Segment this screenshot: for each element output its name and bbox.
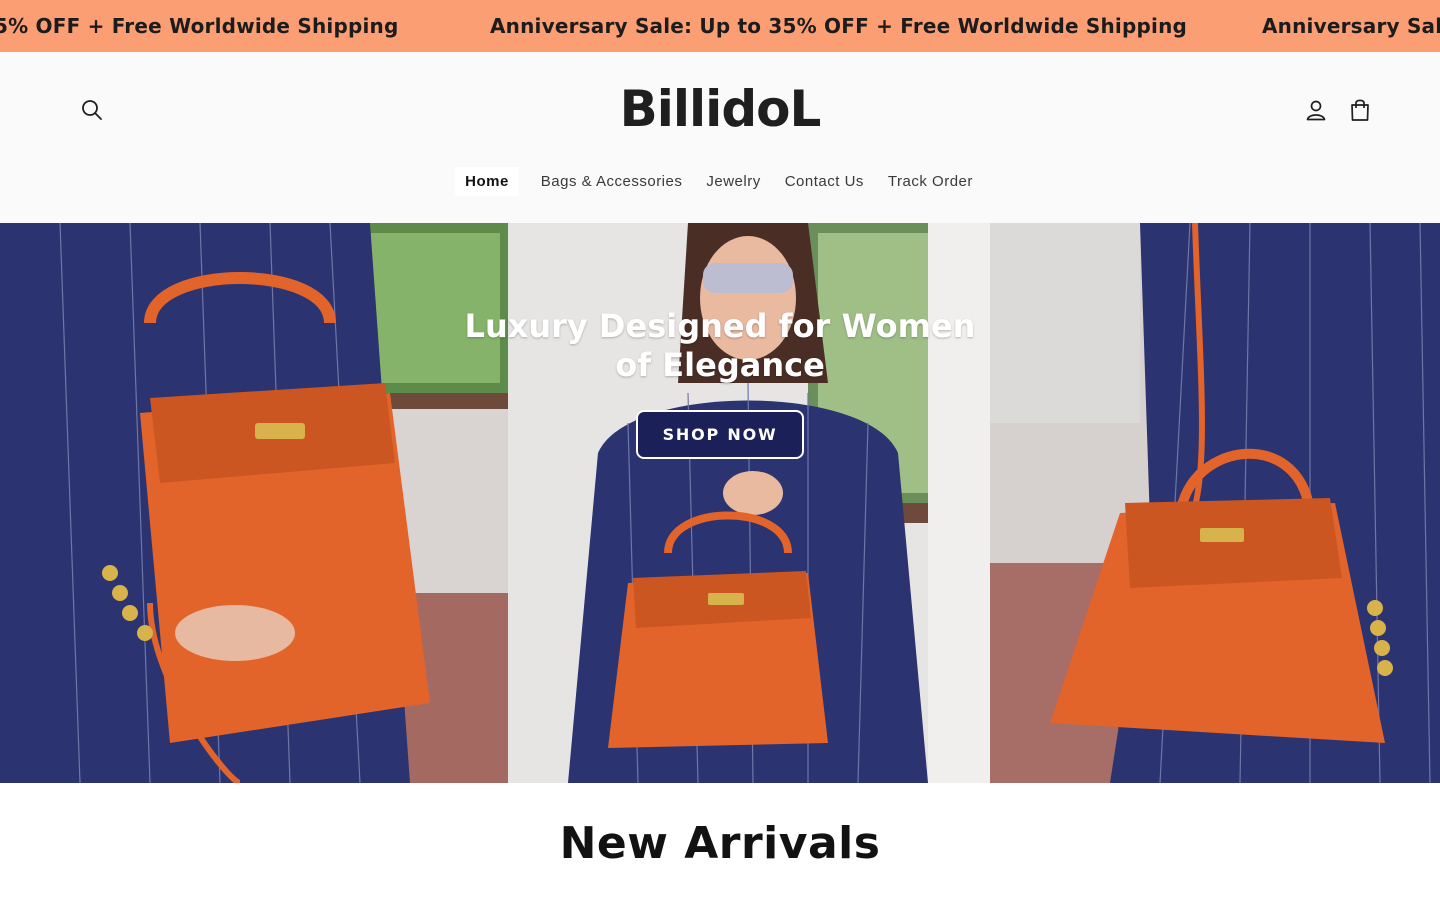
account-button[interactable] — [1296, 90, 1336, 130]
hero-banner[interactable]: Luxury Designed for Women of Elegance SH… — [0, 223, 1440, 783]
logo-text[interactable]: BillidoL — [620, 80, 822, 138]
main-nav: Home Bags & Accessories Jewelry Contact … — [0, 164, 1440, 198]
site-header: BillidoL Home Bags & Accessories Jewelry… — [0, 52, 1440, 223]
cart-button[interactable] — [1340, 90, 1380, 130]
nav-item-home[interactable]: Home — [455, 166, 519, 196]
nav-item-bags-accessories[interactable]: Bags & Accessories — [529, 167, 695, 196]
hero-content: Luxury Designed for Women of Elegance — [0, 307, 1440, 385]
cart-icon — [1351, 99, 1369, 121]
nav-item-track-order[interactable]: Track Order — [876, 167, 985, 196]
hero-heading: Luxury Designed for Women of Elegance — [464, 307, 976, 384]
account-icon — [1306, 100, 1326, 121]
shop-now-button[interactable]: SHOP NOW — [636, 410, 804, 459]
new-arrivals-title: New Arrivals — [559, 818, 881, 869]
nav-item-jewelry[interactable]: Jewelry — [694, 167, 772, 196]
announcement-text: Anniversary Sale: Up to 35% OFF + Free W… — [490, 14, 1188, 38]
nav-item-contact-us[interactable]: Contact Us — [773, 167, 876, 196]
announcement-text: 5% OFF + Free Worldwide Shipping — [0, 14, 399, 38]
announcement-text: Anniversary Sale — [1262, 14, 1440, 38]
site-logo[interactable]: BillidoL — [0, 74, 1440, 144]
announcement-bar: 5% OFF + Free Worldwide Shipping Anniver… — [0, 0, 1440, 52]
